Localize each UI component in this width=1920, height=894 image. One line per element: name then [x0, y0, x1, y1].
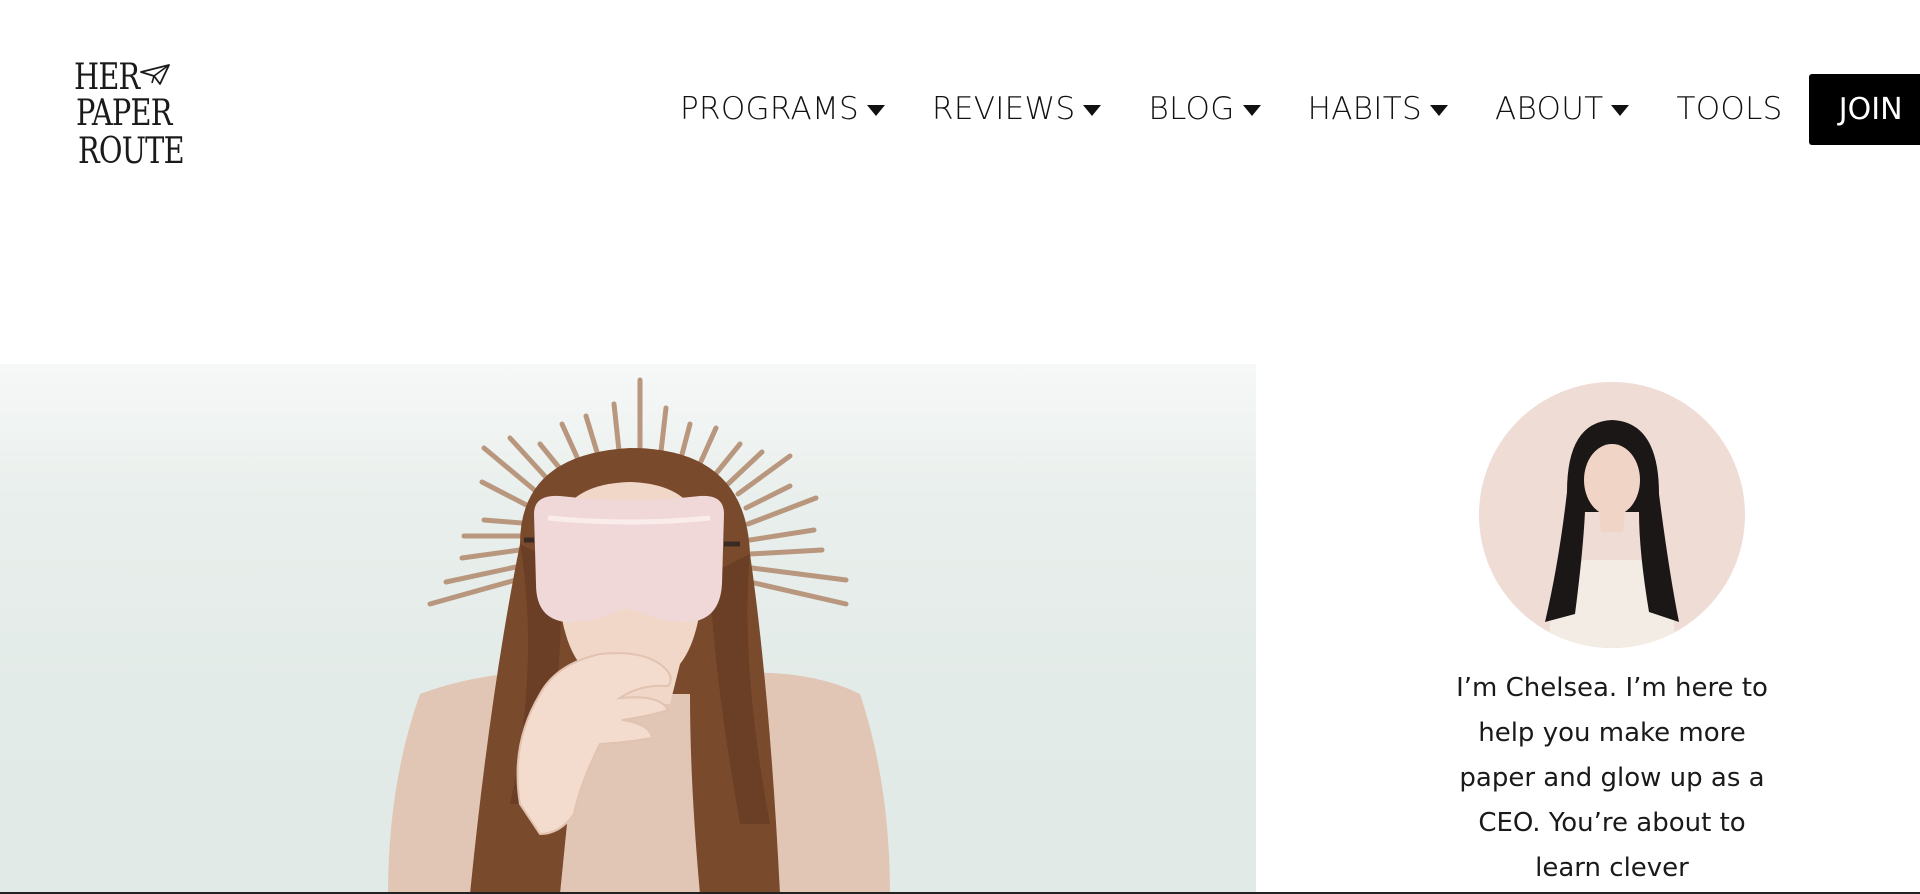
author-avatar — [1479, 382, 1745, 648]
caret-down-icon — [1242, 104, 1261, 116]
nav-label: HABITS — [1307, 91, 1422, 127]
nav-item-programs[interactable]: PROGRAMS — [680, 91, 885, 127]
logo-text-paper: PAPER — [76, 93, 172, 134]
logo-text-her: HER — [74, 57, 140, 98]
caret-down-icon — [866, 104, 885, 116]
nav-item-tools[interactable]: TOOLS — [1676, 91, 1782, 127]
logo-text-route: ROUTE — [78, 131, 185, 172]
author-bio: I’m Chelsea. I’m here to help you make m… — [1456, 673, 1768, 883]
nav-label: PROGRAMS — [680, 91, 859, 127]
nav-item-blog[interactable]: BLOG — [1148, 91, 1261, 127]
nav-label: REVIEWS — [931, 91, 1076, 127]
caret-down-icon — [1083, 104, 1102, 116]
join-button[interactable]: JOIN — [1808, 73, 1920, 145]
nav-item-habits[interactable]: HABITS — [1308, 91, 1448, 127]
nav-label: BLOG — [1148, 91, 1235, 127]
nav-item-reviews[interactable]: REVIEWS — [932, 91, 1102, 127]
site-logo[interactable]: HER PAPER ROUTE — [74, 58, 199, 178]
caret-down-icon — [1611, 104, 1630, 116]
nav-item-about[interactable]: ABOUT — [1495, 91, 1630, 127]
hero-image — [0, 364, 1256, 894]
caret-down-icon — [1429, 104, 1448, 116]
main-navigation: PROGRAMS REVIEWS BLOG HABITS ABOUT TOOLS… — [680, 72, 1920, 146]
nav-label: TOOLS — [1676, 91, 1783, 127]
nav-label: ABOUT — [1494, 91, 1604, 127]
paper-plane-icon — [140, 64, 170, 85]
